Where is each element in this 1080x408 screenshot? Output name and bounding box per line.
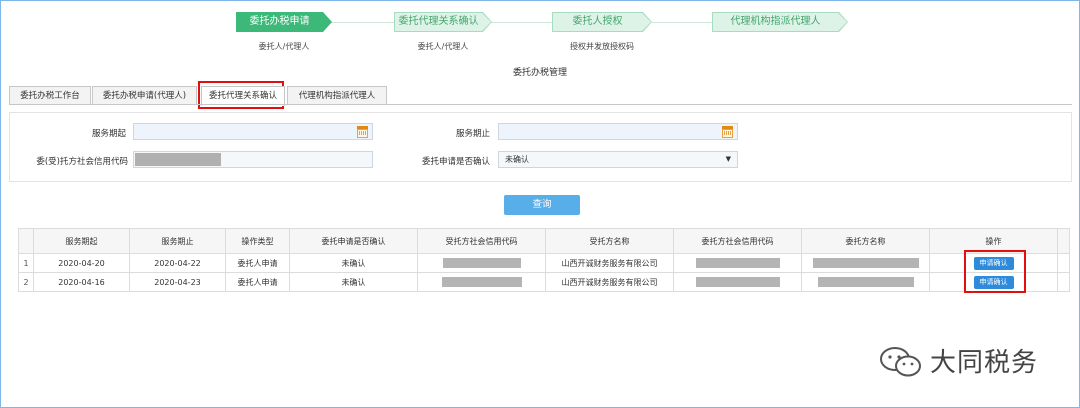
- col-trustee-name[interactable]: 受托方名称: [545, 228, 674, 254]
- credit-code-input[interactable]: [133, 151, 373, 168]
- col-truster-name[interactable]: 委托方名称: [801, 228, 930, 254]
- step-label: 委托代理关系确认: [398, 16, 479, 27]
- col-index: [18, 228, 34, 254]
- step-confirm-relation[interactable]: 委托代理关系确认 委托人/代理人: [394, 12, 492, 51]
- col-confirmed[interactable]: 委托申请是否确认: [289, 228, 418, 254]
- cell-start: 2020-04-20: [33, 253, 130, 273]
- col-op-type[interactable]: 操作类型: [225, 228, 290, 254]
- cell-truster-code: [673, 253, 802, 273]
- cell-trustee-code: [417, 272, 546, 292]
- wechat-icon: [880, 347, 921, 377]
- cell-end: 2020-04-23: [129, 272, 226, 292]
- step-authorize[interactable]: 委托人授权 授权并发放授权码: [552, 12, 652, 51]
- result-table: 服务期起 服务期止 操作类型 委托申请是否确认 受托方社会信用代码 受托方名称 …: [18, 228, 1070, 292]
- redacted-value: [695, 258, 780, 268]
- service-end-input[interactable]: [498, 123, 738, 140]
- tab-workbench[interactable]: 委托办税工作台: [9, 86, 91, 105]
- cell-op-type: 委托人申请: [225, 272, 290, 292]
- step-sub-label: 授权并发放授权码: [570, 42, 634, 51]
- col-trustee-code[interactable]: 受托方社会信用代码: [417, 228, 546, 254]
- cell-confirmed: 未确认: [289, 272, 418, 292]
- confirm-status-value: 未确认: [505, 155, 529, 164]
- service-start-input[interactable]: [133, 123, 373, 140]
- cell-truster-name: [801, 272, 930, 292]
- step-connector: [652, 22, 712, 23]
- table-header: 服务期起 服务期止 操作类型 委托申请是否确认 受托方社会信用代码 受托方名称 …: [18, 228, 1070, 254]
- credit-code-label: 委(受)托方社会信用代码: [36, 157, 128, 167]
- step-apply[interactable]: 委托办税申请 委托人/代理人: [236, 12, 332, 51]
- step-label: 委托办税申请: [249, 16, 310, 27]
- action-highlight-box: [964, 250, 1026, 293]
- col-truster-code[interactable]: 委托方社会信用代码: [673, 228, 802, 254]
- table-row[interactable]: 2 2020-04-16 2020-04-23 委托人申请 未确认 山西开诚财务…: [18, 272, 1070, 292]
- tab-assign-agent[interactable]: 代理机构指派代理人: [287, 86, 387, 105]
- watermark-text: 大同税务: [930, 348, 1039, 378]
- tab-confirm-relation[interactable]: 委托代理关系确认: [201, 86, 285, 106]
- tab-divider: [9, 104, 1072, 105]
- page-title: 委托办税管理: [512, 68, 567, 78]
- confirm-status-select[interactable]: 未确认 ▼: [498, 151, 738, 168]
- calendar-icon[interactable]: [357, 126, 368, 138]
- cell-trustee-name: 山西开诚财务服务有限公司: [545, 272, 674, 292]
- step-progress: 委托办税申请 委托人/代理人 委托代理关系确认 委托人/代理人 委托人授权 授权…: [0, 12, 1080, 62]
- cell-spacer: [1057, 253, 1070, 273]
- step-connector: [330, 22, 394, 23]
- cell-truster-code: [673, 272, 802, 292]
- table-row[interactable]: 1 2020-04-20 2020-04-22 委托人申请 未确认 山西开诚财务…: [18, 253, 1070, 273]
- redacted-value: [441, 277, 522, 287]
- cell-end: 2020-04-22: [129, 253, 226, 273]
- cell-op-type: 委托人申请: [225, 253, 290, 273]
- redacted-value: [442, 258, 521, 268]
- redacted-value: [135, 153, 221, 166]
- step-label: 委托人授权: [572, 16, 623, 27]
- cell-spacer: [1057, 272, 1070, 292]
- cell-confirmed: 未确认: [289, 253, 418, 273]
- col-end[interactable]: 服务期止: [129, 228, 226, 254]
- step-sub-label: 委托人/代理人: [417, 42, 469, 51]
- cell-trustee-name: 山西开诚财务服务有限公司: [545, 253, 674, 273]
- tab-apply-agent[interactable]: 委托办税申请(代理人): [92, 86, 197, 105]
- service-start-label: 服务期起: [91, 129, 126, 139]
- step-assign-agent[interactable]: 代理机构指派代理人: [712, 12, 848, 32]
- step-label: 代理机构指派代理人: [730, 16, 821, 27]
- step-sub-label: 委托人/代理人: [258, 42, 310, 51]
- step-connector: [490, 22, 554, 23]
- query-button[interactable]: 查询: [504, 195, 580, 215]
- cell-start: 2020-04-16: [33, 272, 130, 292]
- calendar-icon[interactable]: [722, 126, 733, 138]
- confirm-status-label: 委托申请是否确认: [421, 157, 490, 167]
- row-index: 1: [18, 253, 34, 273]
- redacted-value: [812, 258, 919, 268]
- col-spacer: [1057, 228, 1070, 254]
- cell-trustee-code: [417, 253, 546, 273]
- service-end-label: 服务期止: [455, 129, 490, 139]
- redacted-value: [695, 277, 780, 287]
- redacted-value: [817, 277, 914, 287]
- col-start[interactable]: 服务期起: [33, 228, 130, 254]
- cell-truster-name: [801, 253, 930, 273]
- row-index: 2: [18, 272, 34, 292]
- caret-down-icon: ▼: [725, 155, 731, 163]
